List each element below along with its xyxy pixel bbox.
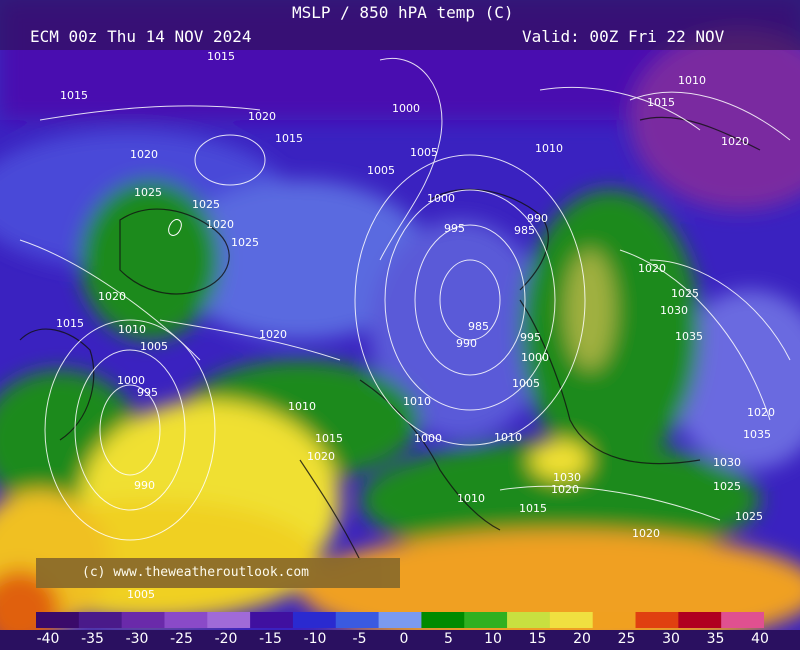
isobar-label: 1020: [721, 135, 749, 148]
isobar-label: 1025: [713, 480, 741, 493]
legend-swatch: [678, 612, 722, 628]
isobar-label: 1000: [427, 192, 455, 205]
isobar-label: 1000: [521, 351, 549, 364]
color-legend-labels: -40 -35 -30 -25 -20 -15 -10 -5 0 5 10 15 20 25 30 35 40: [0, 630, 800, 650]
legend-swatch: [164, 612, 208, 628]
legend-swatch: [378, 612, 422, 628]
isobar-label: 985: [514, 224, 535, 237]
isobar-label: 1015: [207, 50, 235, 63]
isobar-label: 1010: [403, 395, 431, 408]
legend-tick-label: 10: [484, 631, 502, 647]
legend-tick-label: -40: [36, 631, 60, 647]
isobar-label: 1020: [632, 527, 660, 540]
legend-tick-label: 40: [751, 631, 769, 647]
isobar-label: 1025: [671, 287, 699, 300]
legend-tick-label: -25: [170, 631, 193, 647]
isobar-label: 1020: [638, 262, 666, 275]
isobar-label: 985: [468, 320, 489, 333]
isobar-label: 995: [520, 331, 541, 344]
isobar-label: 1020: [747, 406, 775, 419]
isobar-label: 1020: [206, 218, 234, 231]
legend-tick-label: 15: [528, 631, 547, 647]
legend-swatch: [292, 612, 337, 628]
isobar-label: 1005: [140, 340, 168, 353]
header-title-bar: MSLP / 850 hPA temp (C): [0, 0, 800, 24]
isobar-label: 1030: [660, 304, 688, 317]
isobar-label: 1025: [735, 510, 763, 523]
isobar-label: 1005: [367, 164, 395, 177]
isobar-label: 1025: [134, 186, 162, 199]
isobar-label: 1005: [127, 588, 155, 601]
legend-tick-label: -15: [259, 631, 282, 647]
isobar-label: 1005: [512, 377, 540, 390]
isobar-label: 1020: [259, 328, 287, 341]
legend-swatch: [549, 612, 594, 628]
copyright-notice: (c) www.theweatheroutlook.com: [36, 558, 400, 588]
isobar-label: 1035: [743, 428, 771, 441]
isobar-label: 1020: [307, 450, 335, 463]
legend-swatch: [464, 612, 508, 628]
valid-time-label: Valid: 00Z Fri 22 NOV: [522, 27, 725, 46]
legend-swatch: [121, 612, 165, 628]
legend-tick-label: 0: [399, 631, 409, 647]
isobar-label: 1010: [678, 74, 706, 87]
isobar-label: 1015: [647, 96, 675, 109]
isobar-label: 1020: [98, 290, 126, 303]
isobar-label: 1010: [288, 400, 316, 413]
isobar-label: 1000: [392, 102, 420, 115]
isobar-label: 1015: [315, 432, 343, 445]
isobar-label: 1020: [551, 483, 579, 496]
isobar-label: 1015: [275, 132, 303, 145]
isobar-label: 1020: [248, 110, 276, 123]
isobar-label: 1030: [713, 456, 741, 469]
legend-tick-label: 35: [706, 631, 725, 647]
isobar-label: 1025: [192, 198, 220, 211]
legend-swatch: [635, 612, 679, 628]
chart-title: MSLP / 850 hPA temp (C): [292, 3, 514, 22]
isobar-label: 1025: [231, 236, 259, 249]
isobar-label: 1035: [675, 330, 703, 343]
isobar-label: 1020: [130, 148, 158, 161]
isobar-label: 990: [134, 479, 155, 492]
legend-swatch: [78, 612, 123, 628]
legend-tick-label: 25: [617, 631, 636, 647]
legend-swatch: [507, 612, 551, 628]
isobar-label: 1010: [535, 142, 563, 155]
legend-swatch: [421, 612, 465, 628]
isobar-label: 995: [137, 386, 158, 399]
isobar-label: 995: [444, 222, 465, 235]
legend-swatch: [592, 612, 637, 628]
isobar-label: 990: [456, 337, 477, 350]
isobar-label: 1000: [414, 432, 442, 445]
isobar-label: 1010: [494, 431, 522, 444]
isobar-label: 1015: [56, 317, 84, 330]
legend-tick-label: 30: [662, 631, 680, 647]
header-info-bar: ECM 00z Thu 14 NOV 2024 Valid: 00Z Fri 2…: [0, 24, 800, 50]
legend-tick-label: -5: [352, 631, 367, 647]
isobar-label: 1015: [60, 89, 88, 102]
weather-map: 1015 1015 1020 1015 1000 1005 1005 1010 …: [0, 0, 800, 650]
legend-tick-label: -35: [81, 631, 104, 647]
legend-tick-label: 5: [444, 631, 453, 647]
legend-tick-label: -10: [303, 631, 327, 647]
legend-tick-label: -30: [125, 631, 149, 647]
legend-swatch: [207, 612, 251, 628]
color-legend-bar: [36, 612, 764, 628]
legend-swatch: [335, 612, 380, 628]
isobar-label: 1015: [519, 502, 547, 515]
isobar-label: 1010: [118, 323, 146, 336]
legend-tick-label: 20: [573, 631, 591, 647]
model-run-label: ECM 00z Thu 14 NOV 2024: [30, 27, 252, 46]
isobar-label: 1010: [457, 492, 485, 505]
legend-swatch: [36, 612, 80, 628]
legend-swatch: [250, 612, 294, 628]
isobar-label: 1005: [410, 146, 438, 159]
legend-swatch: [721, 612, 764, 628]
legend-tick-label: -20: [214, 631, 238, 647]
